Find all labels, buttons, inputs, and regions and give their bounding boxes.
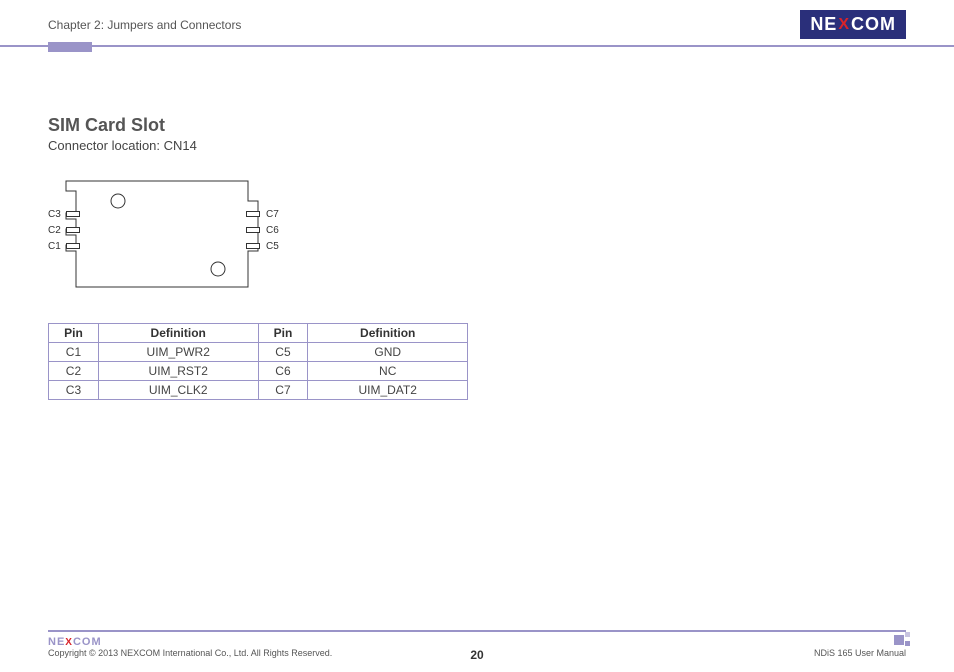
sim-slot-diagram: C3 C2 C1 C7 C6 C5 [48, 175, 308, 295]
page-content: SIM Card Slot Connector location: CN14 C… [0, 47, 954, 400]
table-row: C2 UIM_RST2 C6 NC [49, 362, 468, 381]
cell: UIM_DAT2 [308, 381, 468, 400]
connector-outline [48, 175, 268, 295]
pin-label-c1: C1 [48, 241, 61, 252]
pin-label-c6: C6 [266, 225, 279, 236]
col-def-1: Definition [98, 324, 258, 343]
logo-pre: NE [810, 14, 837, 35]
page-header: Chapter 2: Jumpers and Connectors NEXCOM [0, 0, 954, 47]
pin-rect-c1 [66, 243, 80, 249]
cell: C2 [49, 362, 99, 381]
pin-label-c2: C2 [48, 225, 61, 236]
pin-rect-c5 [246, 243, 260, 249]
cell: GND [308, 343, 468, 362]
pin-label-c7: C7 [266, 209, 279, 220]
cell: UIM_RST2 [98, 362, 258, 381]
col-pin-2: Pin [258, 324, 308, 343]
manual-name: NDiS 165 User Manual [814, 648, 906, 658]
pin-definition-table: Pin Definition Pin Definition C1 UIM_PWR… [48, 323, 468, 400]
footer-logo: NEXCOM [48, 636, 906, 648]
table-row: C3 UIM_CLK2 C7 UIM_DAT2 [49, 381, 468, 400]
table-header-row: Pin Definition Pin Definition [49, 324, 468, 343]
cell: C1 [49, 343, 99, 362]
section-title: SIM Card Slot [48, 115, 906, 136]
pin-rect-c3 [66, 211, 80, 217]
chapter-label: Chapter 2: Jumpers and Connectors [48, 18, 241, 32]
pin-label-c5: C5 [266, 241, 279, 252]
logo-x: X [838, 16, 850, 34]
cell: C7 [258, 381, 308, 400]
cell: NC [308, 362, 468, 381]
section-tab-marker [48, 42, 92, 52]
logo-post: COM [851, 14, 896, 35]
col-pin-1: Pin [49, 324, 99, 343]
col-def-2: Definition [308, 324, 468, 343]
cell: UIM_PWR2 [98, 343, 258, 362]
page-footer: NEXCOM Copyright © 2013 NEXCOM Internati… [0, 630, 954, 662]
connector-location: Connector location: CN14 [48, 138, 906, 153]
cell: C3 [49, 381, 99, 400]
page-number: 20 [470, 648, 483, 662]
copyright-text: Copyright © 2013 NEXCOM International Co… [48, 648, 332, 658]
pin-rect-c7 [246, 211, 260, 217]
nexcom-logo: NEXCOM [800, 10, 906, 39]
cell: UIM_CLK2 [98, 381, 258, 400]
cell: C6 [258, 362, 308, 381]
cell: C5 [258, 343, 308, 362]
table-row: C1 UIM_PWR2 C5 GND [49, 343, 468, 362]
pin-rect-c2 [66, 227, 80, 233]
pin-label-c3: C3 [48, 209, 61, 220]
pin-rect-c6 [246, 227, 260, 233]
